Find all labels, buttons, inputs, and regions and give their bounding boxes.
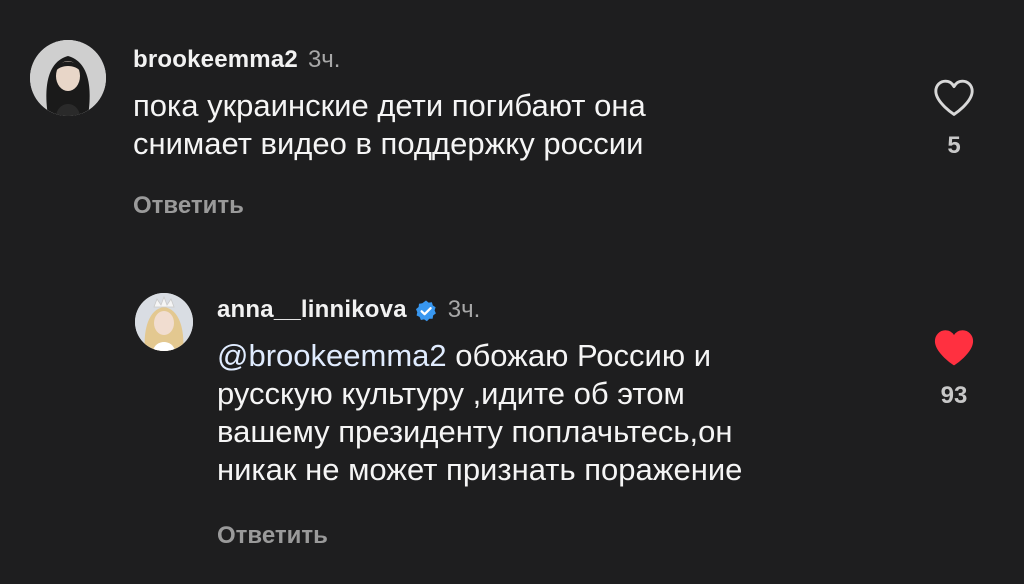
comment-text-segment: обожаю Россию и: [446, 338, 712, 373]
like-widget: 93: [930, 328, 978, 410]
like-widget: 5: [930, 78, 978, 160]
mention-link[interactable]: @brookeemma2: [217, 338, 447, 373]
username[interactable]: brookeemma2: [133, 46, 298, 74]
comment-header: anna__linnikova 3ч.: [217, 296, 480, 324]
comment-header: brookeemma2 3ч.: [133, 46, 340, 74]
verified-badge-icon: [415, 300, 436, 322]
comment-text-line: никак не может признать поражение: [217, 452, 743, 487]
comment-anna-linnikova: anna__linnikova 3ч. @brookeemma2 обожаю …: [0, 260, 1024, 584]
user-avatar-icon: [30, 40, 106, 116]
comment-text-line: пока украинские дети погибают она: [133, 88, 646, 123]
comment-text: пока украинские дети погибают она снимае…: [133, 87, 646, 163]
user-avatar-icon: [135, 293, 193, 351]
heart-outline-icon[interactable]: [932, 78, 976, 118]
comment-text-line: снимает видео в поддержку россии: [133, 126, 644, 161]
like-count: 5: [947, 132, 961, 159]
comment-text-line: русскую культуру ,идите об этом: [217, 376, 685, 411]
username[interactable]: anna__linnikova: [217, 296, 407, 324]
avatar-anna-linnikova[interactable]: [135, 293, 193, 351]
like-count: 93: [940, 382, 968, 409]
comment-brookeemma2: brookeemma2 3ч. пока украинские дети пог…: [0, 0, 1024, 240]
reply-button[interactable]: Ответить: [217, 522, 328, 550]
timestamp: 3ч.: [307, 46, 341, 73]
reply-button[interactable]: Ответить: [133, 192, 244, 220]
comment-text: @brookeemma2 обожаю Россию и русскую кул…: [217, 337, 742, 489]
heart-filled-icon[interactable]: [932, 328, 976, 368]
timestamp: 3ч.: [447, 296, 481, 323]
avatar-brookeemma2[interactable]: [30, 40, 106, 116]
comment-text-line: вашему президенту поплачьтесь,он: [217, 414, 733, 449]
comment-text-line: @brookeemma2 обожаю Россию и: [217, 337, 742, 375]
